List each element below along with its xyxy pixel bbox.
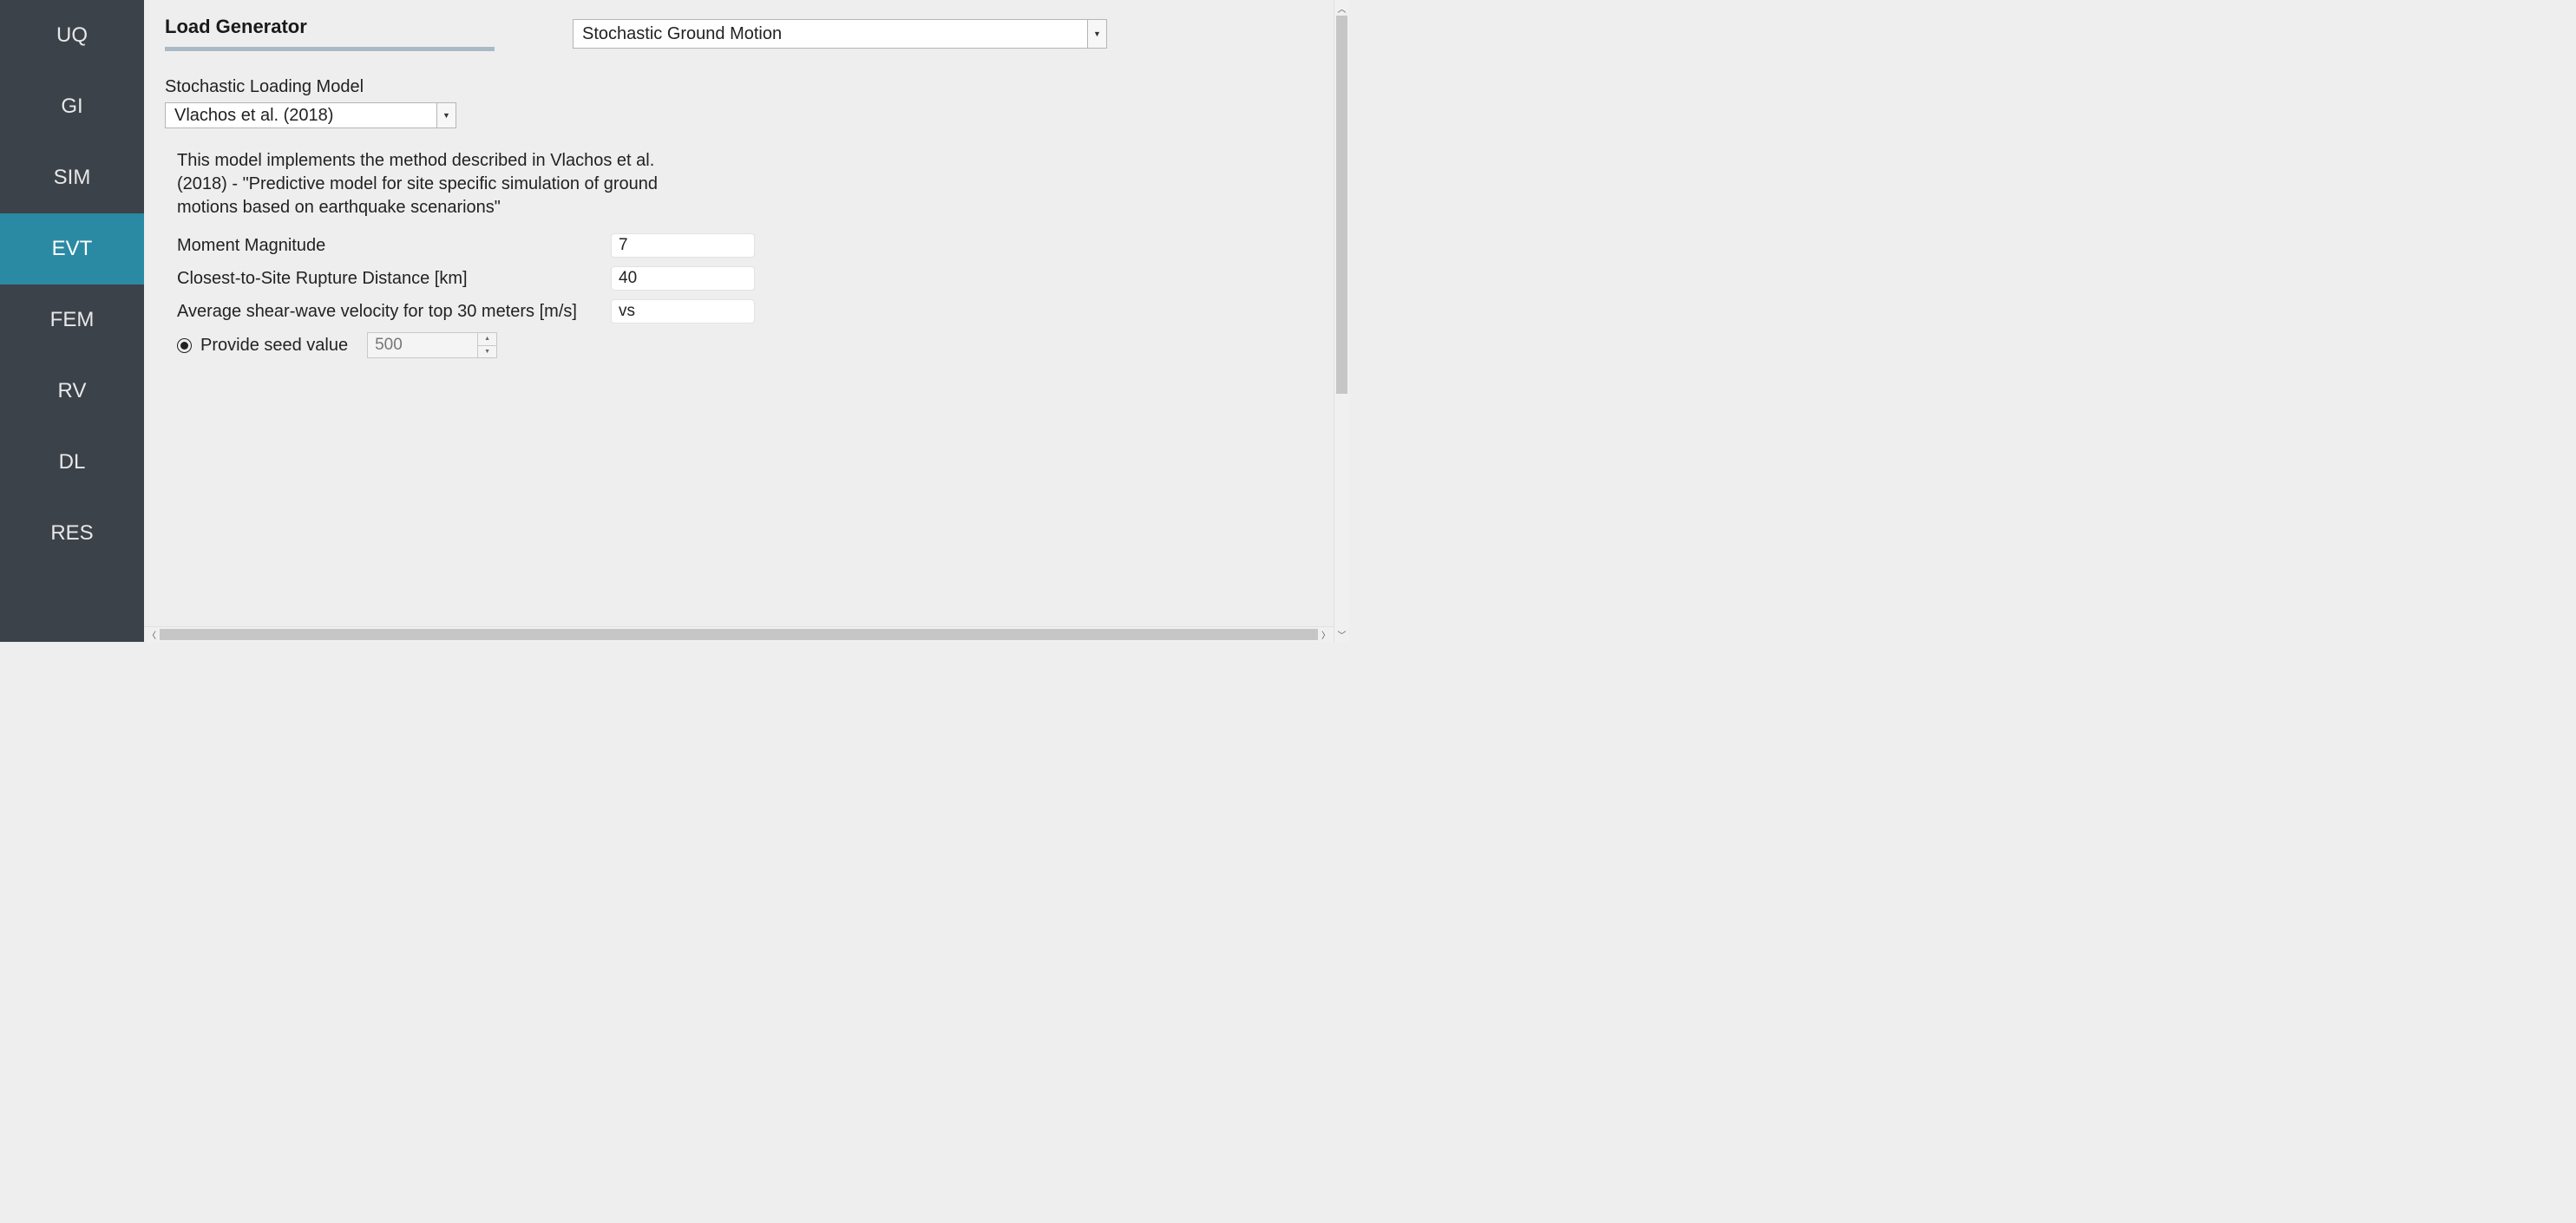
input-seed-value[interactable] — [368, 333, 477, 357]
scroll-down-icon[interactable]: ﹀ — [1334, 626, 1349, 642]
sidebar-item-uq[interactable]: UQ — [0, 0, 144, 71]
scroll-up-icon[interactable]: ︿ — [1334, 0, 1349, 16]
scroll-right-icon[interactable]: 〉 — [1318, 627, 1334, 642]
header-row: Load Generator Stochastic Ground Motion … — [165, 16, 1313, 51]
seed-spinner: ▲ ▼ — [367, 332, 497, 358]
label-rupture-distance: Closest-to-Site Rupture Distance [km] — [177, 269, 611, 289]
input-shear-velocity[interactable] — [611, 299, 755, 324]
sidebar-item-res[interactable]: RES — [0, 498, 144, 569]
label-seed: Provide seed value — [200, 336, 348, 356]
sidebar-item-evt[interactable]: EVT — [0, 213, 144, 284]
seed-radio[interactable] — [177, 338, 192, 353]
sidebar-item-fem[interactable]: FEM — [0, 284, 144, 356]
spinner-buttons: ▲ ▼ — [477, 333, 496, 357]
chevron-down-icon: ▼ — [1087, 20, 1106, 48]
model-description: This model implements the method describ… — [177, 149, 663, 219]
radio-checked-icon — [180, 342, 188, 350]
load-generator-selected: Stochastic Ground Motion — [574, 24, 782, 44]
sidebar-item-gi[interactable]: GI — [0, 71, 144, 142]
row-shear-velocity: Average shear-wave velocity for top 30 m… — [177, 299, 1313, 324]
spinner-down-icon[interactable]: ▼ — [478, 346, 496, 358]
sidebar-item-sim[interactable]: SIM — [0, 142, 144, 213]
hscroll-thumb[interactable] — [160, 629, 1318, 640]
stochastic-model-label: Stochastic Loading Model — [165, 77, 1313, 97]
sidebar: UQ GI SIM EVT FEM RV DL RES — [0, 0, 144, 642]
label-shear-velocity: Average shear-wave velocity for top 30 m… — [177, 302, 611, 322]
page-title: Load Generator — [165, 16, 495, 38]
form-body: This model implements the method describ… — [165, 149, 1313, 358]
row-seed: Provide seed value ▲ ▼ — [177, 332, 1313, 358]
stochastic-model-selected: Vlachos et al. (2018) — [166, 106, 333, 126]
horizontal-scrollbar[interactable]: 〈 〉 — [144, 626, 1334, 642]
title-underline — [165, 47, 495, 51]
input-rupture-distance[interactable] — [611, 266, 755, 291]
vscroll-track[interactable] — [1334, 16, 1349, 626]
row-rupture-distance: Closest-to-Site Rupture Distance [km] — [177, 266, 1313, 291]
main-wrapper: Load Generator Stochastic Ground Motion … — [144, 0, 1349, 642]
row-moment-magnitude: Moment Magnitude — [177, 233, 1313, 258]
vertical-scrollbar[interactable]: ︿ ﹀ — [1334, 0, 1349, 642]
sidebar-item-dl[interactable]: DL — [0, 427, 144, 498]
label-moment-magnitude: Moment Magnitude — [177, 236, 611, 256]
load-generator-select[interactable]: Stochastic Ground Motion ▼ — [573, 19, 1107, 49]
scroll-left-icon[interactable]: 〈 — [144, 627, 160, 642]
sidebar-item-rv[interactable]: RV — [0, 356, 144, 427]
spinner-up-icon[interactable]: ▲ — [478, 333, 496, 346]
chevron-down-icon: ▼ — [436, 103, 456, 128]
input-moment-magnitude[interactable] — [611, 233, 755, 258]
title-block: Load Generator — [165, 16, 495, 51]
main-content: Load Generator Stochastic Ground Motion … — [144, 0, 1334, 642]
vscroll-thumb[interactable] — [1336, 16, 1347, 394]
stochastic-model-select[interactable]: Vlachos et al. (2018) ▼ — [165, 102, 456, 128]
hscroll-track[interactable] — [160, 627, 1318, 642]
app-root: UQ GI SIM EVT FEM RV DL RES Load Generat… — [0, 0, 1349, 642]
